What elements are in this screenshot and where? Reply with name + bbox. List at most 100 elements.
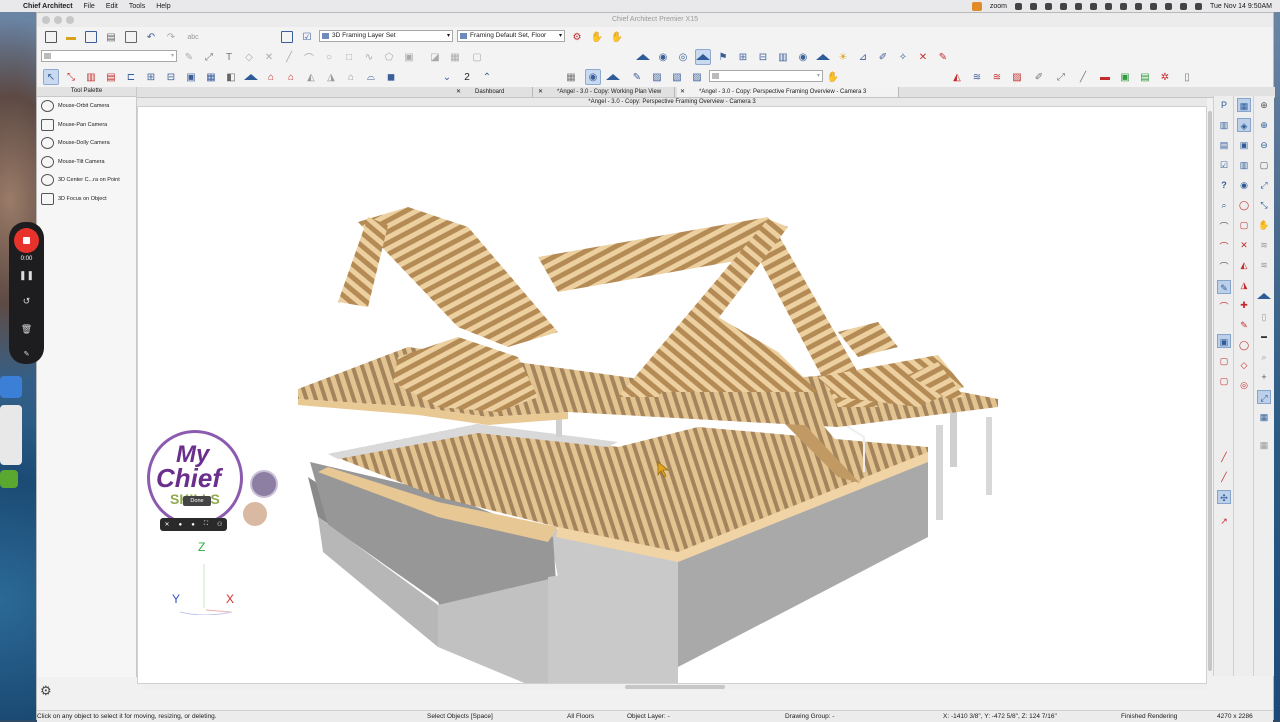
dimension-icon[interactable]: ⤢ [1053,69,1069,85]
status-icon[interactable] [1060,2,1067,10]
move-icon[interactable]: ✣ [1217,490,1231,504]
stop-recording-button[interactable] [14,228,39,253]
zoom-mic-icon[interactable] [971,1,982,11]
marquee-icon[interactable]: ▢ [1217,354,1231,368]
zoom-out-icon[interactable]: ⊖ [1257,138,1271,152]
delete-tool-icon[interactable]: ✕ [261,49,277,65]
panel-icon[interactable]: ▯ [1179,69,1195,85]
diamond-icon[interactable]: ◇ [1237,358,1251,372]
cad-icon[interactable]: ▢ [469,49,485,65]
layers-red-icon[interactable]: ≋ [989,69,1005,85]
build-house-icon[interactable]: ⌂ [263,69,279,85]
curve-icon[interactable]: ⌒ [1217,260,1231,274]
undo-icon[interactable]: ↶ [143,29,159,45]
tab-dashboard[interactable]: ✕ Dashboard [453,87,533,97]
record-icon[interactable]: ◉ [795,49,811,65]
delete-icon[interactable]: 🗑 [9,324,44,335]
fixture-icon[interactable]: ▦ [203,69,219,85]
ruler-icon[interactable]: ▬ [1097,69,1113,85]
plus-icon[interactable]: + [1257,370,1271,384]
view-icon[interactable]: ▥ [775,49,791,65]
palette-item-pan[interactable]: Mouse-Pan Camera [37,116,136,135]
camera-tool-icon[interactable]: ◉ [585,69,601,85]
grid-icon[interactable]: ▦ [1257,410,1271,424]
pen-icon[interactable]: ✎ [9,350,44,358]
horizontal-scrollbar[interactable] [145,684,1207,690]
palette-item-orbit[interactable]: Mouse-Orbit Camera [37,97,136,116]
polyline-tool-icon[interactable]: ⬠ [381,49,397,65]
plant-icon[interactable]: ✧ [895,49,911,65]
app-dock-icon[interactable] [0,470,18,488]
dimension-icon[interactable]: ⤢ [201,49,217,65]
stairs-icon[interactable]: ⊟ [163,69,179,85]
material-icon[interactable]: ⊿ [855,49,871,65]
edit-icon[interactable]: ✎ [629,69,645,85]
status-icon[interactable] [1015,2,1022,10]
edit-icon[interactable]: ▨ [649,69,665,85]
restart-icon[interactable]: ↺ [9,296,44,307]
sun-icon[interactable]: ☀ [835,49,851,65]
status-icon[interactable] [1090,2,1097,10]
break-icon[interactable]: ╱ [1217,470,1231,484]
palette-item-center[interactable]: 3D Center C...ra on Point [37,171,136,190]
scrollbar-thumb[interactable] [625,685,725,689]
select-objects-icon[interactable]: ↖ [43,69,59,85]
elevation-icon[interactable]: ⊟ [755,49,771,65]
object-dropdown[interactable]: ▾ [709,70,823,82]
defaults-icon[interactable]: ⚙ [569,29,585,45]
view-icon[interactable]: ▣ [1237,138,1251,152]
minimize-window-icon[interactable] [54,16,62,24]
line-icon[interactable]: ╱ [1075,69,1091,85]
print-icon[interactable]: ▤ [103,29,119,45]
measure-icon[interactable]: ⤢ [1257,390,1271,404]
page-icon[interactable]: ▯ [1257,310,1271,324]
palette-item-tilt[interactable]: Mouse-Tilt Camera [37,153,136,172]
pencil-icon[interactable]: ✐ [1031,69,1047,85]
door-icon[interactable]: ⊏ [123,69,139,85]
finder-dock-icon[interactable] [0,376,22,398]
fit-icon[interactable]: ⤡ [1257,198,1271,212]
save-icon[interactable] [83,29,99,45]
help-hand-icon[interactable]: ✋ [825,69,841,85]
eyedropper-icon[interactable]: ✐ [875,49,891,65]
circle-icon[interactable]: ◯ [1237,338,1251,352]
cad-text-icon[interactable]: ▦ [447,49,463,65]
grid-icon[interactable]: ▦ [563,69,579,85]
zoom-menu-label[interactable]: zoom [990,3,1007,10]
arc-tool-icon[interactable]: ⌒ [301,49,317,65]
ruler-icon[interactable]: ▬ [1257,330,1271,344]
status-icon[interactable] [1075,2,1082,10]
plan-icon[interactable]: P [1217,98,1231,112]
pan-icon[interactable]: ✋ [1257,218,1271,232]
grid-icon[interactable]: ▦ [1257,438,1271,452]
zoom-icon[interactable]: ⌕ [1257,350,1271,364]
cabinet-icon[interactable]: ▤ [103,69,119,85]
gear-icon[interactable]: ⚙ [40,683,52,699]
delete-surface-icon[interactable]: ✕ [915,49,931,65]
status-icon[interactable] [1105,2,1112,10]
edit-icon[interactable]: ▨ [689,69,705,85]
window-tool-icon[interactable]: ⊞ [143,69,159,85]
spell-check-icon[interactable]: abc [185,29,201,45]
triangle-icon[interactable]: ◭ [1237,258,1251,272]
dot-icon[interactable]: ● [179,522,183,528]
transform-icon[interactable]: ◭ [949,69,965,85]
search-icon[interactable]: ⌕ [1217,198,1231,212]
view-icon[interactable]: ▥ [1237,158,1251,172]
library-icon[interactable]: ▥ [1217,118,1231,132]
layer-edit-icon[interactable]: ▨ [1009,69,1025,85]
zoom-window-icon[interactable] [66,16,74,24]
close-window-icon[interactable] [42,16,50,24]
floor-up-icon[interactable]: ⌃ [479,69,495,85]
curve-icon[interactable]: ⌒ [1217,240,1231,254]
menu-tools[interactable]: Tools [129,3,145,10]
view-icon[interactable]: ◈ [1237,118,1251,132]
spline-tool-icon[interactable]: ∿ [361,49,377,65]
dome-icon[interactable]: ⌓ [363,69,379,85]
fullscreen-icon[interactable]: ⛶ [204,521,208,528]
edit-icon[interactable]: ▧ [669,69,685,85]
house-icon[interactable] [815,49,831,65]
arc-icon[interactable]: ⌒ [1217,220,1231,234]
layer-set-dropdown[interactable]: 3D Framing Layer Set ▾ [319,30,453,42]
circle-icon[interactable]: ◯ [1237,198,1251,212]
